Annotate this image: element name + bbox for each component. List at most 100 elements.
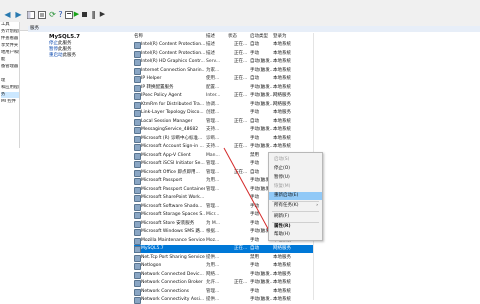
tree-item[interactable]: 地用户和组 bbox=[1, 50, 19, 56]
service-name: Link-Layer Topology Disco... bbox=[141, 110, 204, 115]
gear-icon bbox=[134, 110, 141, 117]
gear-icon bbox=[134, 76, 141, 83]
gear-icon bbox=[134, 144, 141, 151]
tree-item[interactable]: 件查看器 bbox=[1, 36, 19, 42]
service-logon: 本地系统 bbox=[273, 297, 291, 302]
service-name: Net.Tcp Port Sharing Service bbox=[141, 254, 205, 260]
service-title: MySQL5.7 bbox=[49, 34, 80, 40]
table-row[interactable]: KtmRm for Distributed Tra... 协调... 手动(触发..… bbox=[134, 101, 313, 109]
menu-item[interactable]: 帮助(H) bbox=[269, 231, 322, 239]
tree-item[interactable]: 和应用程序 bbox=[1, 85, 19, 91]
menu-item[interactable]: 属性(R) bbox=[269, 223, 322, 231]
table-row[interactable]: Microsoft (R) 诊断中心标准... 诊断... 手动 本地系统 bbox=[134, 135, 313, 143]
menu-item[interactable]: 启动(S) bbox=[269, 156, 322, 164]
service-name: Network Connectivity Assi... bbox=[141, 297, 205, 302]
table-row[interactable]: MessagingService_48682 支持... 手动(触发... 本地系统 bbox=[134, 126, 313, 134]
gear-icon bbox=[134, 195, 141, 202]
service-status: 正在... bbox=[234, 76, 248, 81]
menu-item[interactable]: 所有任务(K) › bbox=[269, 202, 322, 210]
gear-icon bbox=[134, 246, 141, 253]
service-description: 网络... bbox=[206, 271, 220, 277]
service-name: Intel(R) HD Graphics Contr... bbox=[141, 59, 205, 64]
service-description: 为用... bbox=[206, 263, 220, 268]
service-logon: 本地服务 bbox=[273, 254, 291, 260]
restart-service-link[interactable]: 重启动 bbox=[49, 53, 63, 58]
table-row[interactable]: Intel(R) HD Graphics Contr... Serv... 正在..… bbox=[134, 58, 313, 66]
service-startup-type: 手动 bbox=[250, 110, 259, 115]
service-name: KtmRm for Distributed Tra... bbox=[141, 101, 205, 107]
tree-item[interactable]: 能 bbox=[1, 57, 19, 63]
column-header-description[interactable]: 描述 bbox=[206, 33, 215, 41]
menu-item[interactable]: 暂停(U) bbox=[269, 174, 322, 182]
service-status: 正在... bbox=[234, 50, 248, 56]
pause-icon[interactable]: ‖ bbox=[89, 10, 98, 19]
gear-icon bbox=[134, 169, 141, 177]
table-row[interactable]: IP Helper 使用... 正在... 自动 本地系统 bbox=[134, 75, 313, 83]
table-row[interactable]: Netlogon 为用... 手动 本地系统 bbox=[134, 262, 313, 270]
service-name: Intel(R) Content Protection... bbox=[141, 42, 205, 47]
service-logon: 本地系统 bbox=[273, 135, 291, 141]
description-pane: MySQL5.7 停止此服务 暂停此服务 重启动此服务 bbox=[49, 34, 124, 59]
gear-icon bbox=[134, 161, 141, 168]
tree-item-services[interactable]: 务 bbox=[1, 92, 19, 98]
column-header-logon-as[interactable]: 登录为 bbox=[273, 33, 287, 41]
tree-item[interactable] bbox=[1, 71, 19, 77]
pause-service-link[interactable]: 暂停 bbox=[49, 47, 58, 52]
service-startup-type: 禁用 bbox=[250, 254, 259, 260]
table-row-selected[interactable]: MySQL5.7 正在... 自动 网络服务 bbox=[134, 245, 313, 253]
list-icon[interactable] bbox=[37, 10, 46, 19]
column-header-name[interactable]: 名称 bbox=[134, 33, 143, 41]
table-row[interactable]: Internet Connection Sharin... 为家... 手动(触发.… bbox=[134, 67, 313, 75]
service-description: 协调... bbox=[206, 101, 220, 107]
menu-item[interactable]: 重新启动(E) bbox=[269, 192, 322, 200]
gear-icon bbox=[134, 280, 141, 287]
menu-item[interactable]: 停止(O) bbox=[269, 165, 322, 173]
menu-item-label: 帮助(H) bbox=[274, 232, 290, 237]
service-startup-type: 手动 bbox=[250, 135, 259, 141]
table-row[interactable]: Network Connected Devic... 网络... 手动(触发... 本… bbox=[134, 271, 313, 279]
service-startup-type: 自动 bbox=[250, 76, 259, 81]
tree-item[interactable]: 享文件夹 bbox=[1, 43, 19, 49]
menu-item-label: 重新启动(E) bbox=[274, 193, 299, 198]
stop-service-link[interactable]: 停止 bbox=[49, 41, 58, 46]
tree-item[interactable]: 备管理器 bbox=[1, 64, 19, 70]
service-name: IP 转换配置服务 bbox=[141, 84, 174, 90]
table-row[interactable]: Link-Layer Topology Disco... 创建... 手动 本地服务 bbox=[134, 109, 313, 117]
service-name: Microsoft Passport Container bbox=[141, 186, 205, 192]
tree-item[interactable]: MI 控件 bbox=[1, 99, 19, 105]
table-row[interactable]: Network Connections 管理... 手动 本地系统 bbox=[134, 288, 313, 296]
table-row[interactable]: Network Connection Broker 允许... 正在... 手动(触发… bbox=[134, 279, 313, 287]
table-row[interactable]: Network Connectivity Assi... 提供... 手动(触发..… bbox=[134, 296, 313, 304]
service-description: 管理... bbox=[206, 118, 220, 124]
view-icon[interactable] bbox=[26, 10, 35, 19]
menu-item[interactable]: 刷新(F) bbox=[269, 213, 322, 221]
table-row[interactable]: Local Session Manager 管理... 正在... 自动 本地系统 bbox=[134, 118, 313, 126]
gear-icon bbox=[134, 220, 141, 228]
service-startup-type: 自动(触发... bbox=[250, 59, 274, 64]
column-header-startup-type[interactable]: 启动类型 bbox=[250, 33, 268, 41]
column-header-status[interactable]: 状态 bbox=[228, 33, 237, 41]
service-status: 正在... bbox=[234, 42, 248, 47]
table-row[interactable]: Intel(R) Content Protection... 描述 正在... 手动 本… bbox=[134, 50, 313, 58]
back-icon[interactable]: ◀ bbox=[3, 10, 12, 19]
table-row[interactable]: IPsec Policy Agent Inter... 正在... 手动(触发... 网… bbox=[134, 92, 313, 100]
pane-title: 服务 bbox=[30, 26, 39, 31]
resume-icon[interactable]: ▶ bbox=[98, 10, 107, 19]
service-description: 创建... bbox=[206, 110, 220, 115]
gear-icon bbox=[134, 212, 141, 219]
stop-icon[interactable] bbox=[80, 10, 89, 19]
tree-item[interactable]: 工具 bbox=[1, 22, 19, 28]
tree-item[interactable]: 理 bbox=[1, 78, 19, 84]
table-row[interactable]: Net.Tcp Port Sharing Service 提供... 禁用 本地服务 bbox=[134, 254, 313, 262]
submenu-arrow-icon: › bbox=[316, 203, 318, 208]
table-row[interactable]: Intel(R) Content Protection... 描述 正在... 自动 本… bbox=[134, 41, 313, 49]
menu-item[interactable]: 恢复(M) bbox=[269, 183, 322, 191]
table-row[interactable]: IP 转换配置服务 配置... 手动(触发... 本地系统 bbox=[134, 84, 313, 92]
service-name: Microsoft Software Shado... bbox=[141, 203, 203, 209]
service-status: 正在... bbox=[234, 280, 248, 285]
gear-icon bbox=[134, 152, 141, 160]
forward-icon[interactable]: ▶ bbox=[14, 10, 23, 19]
tree-item[interactable]: 务计划程序 bbox=[1, 29, 19, 35]
service-description: 诊断... bbox=[206, 135, 220, 141]
service-description: 描述 bbox=[206, 50, 215, 56]
